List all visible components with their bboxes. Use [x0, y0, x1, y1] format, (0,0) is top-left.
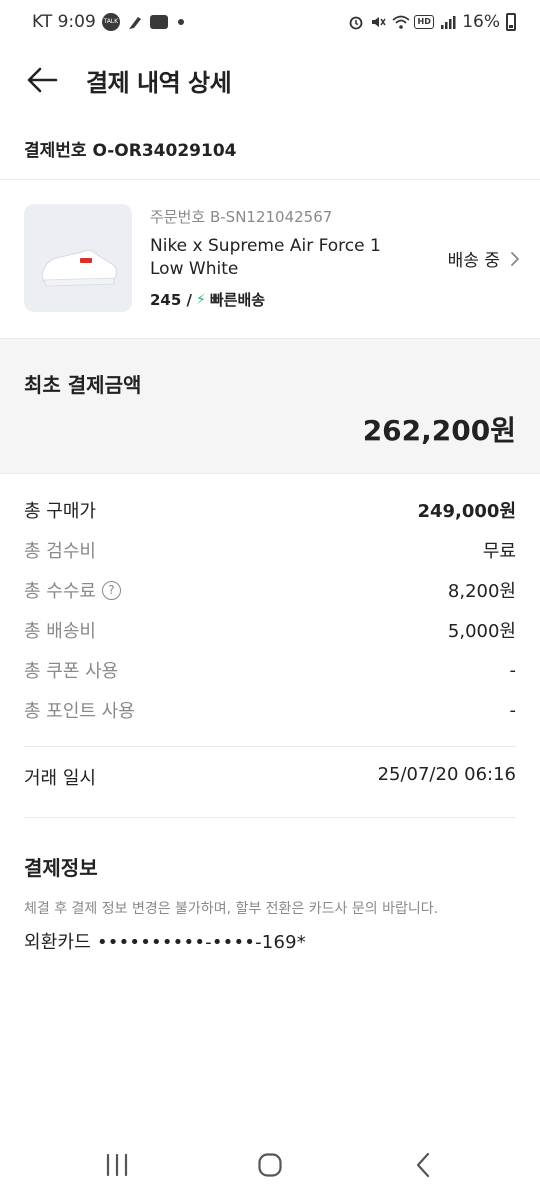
wifi-icon [392, 14, 410, 30]
product-image [24, 204, 132, 312]
size-line: 245 / ⚡ 빠른배송 [150, 289, 400, 310]
feather-icon [126, 13, 144, 31]
folder-icon [149, 15, 168, 29]
chevron-right-icon [511, 251, 519, 266]
row-label: 총 수수료 [24, 581, 96, 602]
payment-info-title: 결제정보 [24, 856, 98, 880]
row-label: 총 구매가 [24, 501, 96, 522]
row-purchase-price: 총 구매가 249,000원 [24, 490, 516, 530]
recent-apps-icon [106, 1153, 127, 1177]
card-info: 외환카드 ••••••••••-••••-169* [24, 932, 306, 953]
row-points: 총 포인트 사용 - [24, 690, 516, 730]
row-inspection-fee: 총 검수비 무료 [24, 530, 516, 570]
row-commission: 총 수수료 ? 8,200원 [24, 570, 516, 610]
total-label: 최초 결제금액 [24, 373, 142, 397]
nav-back-icon [417, 1152, 430, 1178]
mute-icon [370, 14, 386, 30]
payment-number: 결제번호 O-OR34029104 [24, 141, 237, 161]
hd-icon: HD [414, 15, 435, 29]
delivery-status: 배송 중 [447, 251, 500, 271]
alarm-icon [348, 14, 364, 30]
status-left: KT 9:09 TALK [32, 12, 184, 32]
status-bar: KT 9:09 TALK HD 16% [0, 0, 540, 44]
payment-notice: 체결 후 결제 정보 변경은 불가하며, 할부 전환은 카드사 문의 바랍니다. [24, 901, 439, 917]
total-amount: 262,200원 [362, 414, 516, 447]
sub-order-number: 주문번호 B-SN121042567 [150, 208, 333, 226]
home-button[interactable] [240, 1143, 300, 1187]
row-value: 5,000원 [447, 621, 516, 642]
lightning-icon: ⚡ [196, 291, 206, 308]
row-label: 총 포인트 사용 [24, 701, 135, 722]
trade-datetime-row: 거래 일시 25/07/20 06:16 [24, 764, 516, 790]
row-label: 총 쿠폰 사용 [24, 661, 119, 682]
notification-dot-icon [177, 19, 184, 25]
row-value: - [509, 699, 517, 721]
row-coupon: 총 쿠폰 사용 - [24, 650, 516, 690]
battery-percent: 16% [462, 12, 500, 32]
divider [24, 746, 516, 747]
row-value: 249,000원 [417, 501, 516, 522]
nav-back-button[interactable] [393, 1143, 453, 1187]
signal-icon [440, 14, 456, 30]
row-value: - [509, 659, 517, 681]
talk-icon: TALK [101, 13, 120, 31]
trade-label: 거래 일시 [24, 768, 96, 789]
recent-apps-button[interactable] [87, 1143, 147, 1187]
product-card[interactable]: 주문번호 B-SN121042567 Nike x Supreme Air Fo… [24, 204, 520, 312]
header: 결제 내역 상세 [0, 52, 540, 108]
product-info: 주문번호 B-SN121042567 Nike x Supreme Air Fo… [150, 204, 400, 312]
battery-icon [506, 13, 516, 31]
divider [24, 817, 516, 818]
product-name: Nike x Supreme Air Force 1 Low White [150, 236, 381, 279]
row-label-wrap: 총 수수료 ? [24, 577, 121, 603]
back-button[interactable] [24, 62, 60, 98]
row-value: 무료 [482, 541, 516, 562]
status-right: HD 16% [348, 12, 516, 32]
divider [0, 179, 540, 180]
product-size: 245 / [150, 290, 193, 309]
delivery-type: 빠른배송 [209, 291, 266, 309]
breakdown-list: 총 구매가 249,000원 총 검수비 무료 총 수수료 ? 8,200원 총… [24, 490, 516, 730]
total-payment-section: 최초 결제금액 262,200원 [0, 338, 540, 474]
system-nav-bar [0, 1140, 540, 1190]
row-shipping-fee: 총 배송비 5,000원 [24, 610, 516, 650]
trade-value: 25/07/20 06:16 [377, 764, 516, 785]
question-circle-icon[interactable]: ? [101, 580, 121, 600]
delivery-status-link[interactable]: 배송 중 [448, 246, 520, 271]
arrow-left-icon [27, 67, 58, 93]
page-title: 결제 내역 상세 [86, 68, 232, 97]
home-icon [258, 1153, 282, 1177]
row-label: 총 검수비 [24, 541, 96, 562]
row-label: 총 배송비 [24, 621, 96, 642]
carrier-time: KT 9:09 [32, 12, 96, 32]
row-value: 8,200원 [447, 581, 516, 602]
